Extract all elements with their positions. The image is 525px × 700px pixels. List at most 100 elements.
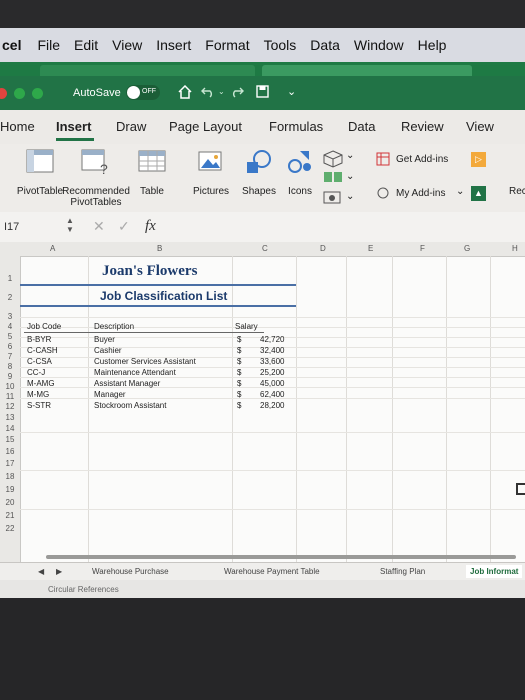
table-cell[interactable]: $ <box>237 335 241 344</box>
customize-toolbar-icon[interactable]: ⌄ <box>287 85 296 98</box>
table-cell[interactable]: Manager <box>94 390 126 399</box>
table-cell[interactable]: M-AMG <box>27 379 55 388</box>
table-cell[interactable]: M-MG <box>27 390 49 399</box>
status-text[interactable]: Circular References <box>48 585 119 594</box>
table-cell[interactable]: Customer Services Assistant <box>94 357 196 366</box>
row-header[interactable]: 4 <box>0 322 20 331</box>
row-header[interactable]: 21 <box>0 511 20 520</box>
row-header[interactable]: 2 <box>0 293 20 302</box>
tab-draw[interactable]: Draw <box>116 119 146 134</box>
function-icon[interactable]: fx <box>145 218 156 235</box>
table-cell[interactable]: Assistant Manager <box>94 379 160 388</box>
save-icon[interactable] <box>256 85 269 98</box>
table-cell[interactable]: $ <box>237 346 241 355</box>
row-header[interactable]: 5 <box>0 332 20 341</box>
row-header[interactable]: 6 <box>0 342 20 351</box>
column-header-a[interactable]: A <box>50 244 55 253</box>
column-header-d[interactable]: D <box>320 244 326 253</box>
recommended-pivottables-button[interactable]: ? Recommended PivotTables <box>58 148 134 208</box>
row-header[interactable]: 14 <box>0 424 20 433</box>
column-header-g[interactable]: G <box>464 244 470 253</box>
row-header[interactable]: 12 <box>0 402 20 411</box>
tab-data[interactable]: Data <box>348 119 375 134</box>
sheet-tab-warehouse-payment-table[interactable]: Warehouse Payment Table <box>224 567 320 576</box>
row-header[interactable]: 17 <box>0 459 20 468</box>
window-zoom-button[interactable] <box>32 88 43 99</box>
table-cell[interactable]: $ <box>237 390 241 399</box>
table-cell[interactable]: 25,200 <box>260 368 284 377</box>
scroll-tabs-left-icon[interactable]: ◀ <box>38 567 44 576</box>
name-box-stepper-icon[interactable]: ▲ ▼ <box>66 216 74 234</box>
chevron-down-icon[interactable]: ⌄ <box>346 191 354 202</box>
row-header[interactable]: 22 <box>0 524 20 533</box>
table-cell[interactable]: 32,400 <box>260 346 284 355</box>
document-tab[interactable] <box>262 65 472 76</box>
3d-models-icon[interactable] <box>322 150 344 168</box>
screenshot-icon[interactable] <box>322 189 344 205</box>
table-cell[interactable]: $ <box>237 401 241 410</box>
tab-formulas[interactable]: Formulas <box>269 119 323 134</box>
header-description[interactable]: Description <box>94 322 134 331</box>
menu-window[interactable]: Window <box>354 37 404 53</box>
sheet-tab-warehouse-purchase[interactable]: Warehouse Purchase <box>92 567 169 576</box>
tab-insert[interactable]: Insert <box>56 119 91 134</box>
table-cell[interactable]: 62,400 <box>260 390 284 399</box>
header-job-code[interactable]: Job Code <box>27 322 61 331</box>
sheet-title[interactable]: Joan's Flowers <box>102 263 197 280</box>
menu-help[interactable]: Help <box>418 37 447 53</box>
menu-file[interactable]: File <box>37 37 60 53</box>
menu-tools[interactable]: Tools <box>264 37 297 53</box>
shapes-button[interactable]: Shapes <box>238 148 280 197</box>
document-tab[interactable] <box>40 65 255 76</box>
table-cell[interactable]: S-STR <box>27 401 51 410</box>
pictures-button[interactable]: Pictures <box>188 148 234 197</box>
table-cell[interactable]: $ <box>237 379 241 388</box>
table-cell[interactable]: Maintenance Attendant <box>94 368 176 377</box>
window-minimize-button[interactable] <box>14 88 25 99</box>
enter-icon[interactable]: ✓ <box>118 218 130 235</box>
row-header[interactable]: 19 <box>0 485 20 494</box>
window-close-button[interactable] <box>0 88 7 99</box>
app-menu[interactable]: cel <box>2 37 21 53</box>
table-cell[interactable]: Cashier <box>94 346 122 355</box>
table-button[interactable]: Table <box>134 148 170 197</box>
horizontal-scrollbar[interactable] <box>46 555 516 559</box>
column-header-h[interactable]: H <box>512 244 518 253</box>
column-header-f[interactable]: F <box>420 244 425 253</box>
row-header[interactable]: 20 <box>0 498 20 507</box>
chevron-down-icon[interactable]: ⌄ <box>346 171 354 182</box>
smartart-icon[interactable] <box>322 170 344 184</box>
cancel-icon[interactable]: ✕ <box>93 218 105 235</box>
icons-button[interactable]: Icons <box>282 148 318 197</box>
row-header[interactable]: 13 <box>0 413 20 422</box>
table-cell[interactable]: Stockroom Assistant <box>94 401 166 410</box>
scroll-tabs-right-icon[interactable]: ▶ <box>56 567 62 576</box>
row-header[interactable]: 7 <box>0 352 20 361</box>
row-header[interactable]: 11 <box>0 392 20 401</box>
table-cell[interactable]: CC-J <box>27 368 45 377</box>
row-header[interactable]: 8 <box>0 362 20 371</box>
table-cell[interactable]: $ <box>237 357 241 366</box>
name-box[interactable]: I17 <box>4 221 19 233</box>
redo-icon[interactable] <box>230 86 244 98</box>
tab-view[interactable]: View <box>466 119 494 134</box>
autosave-toggle[interactable]: OFF <box>126 85 160 100</box>
column-header-e[interactable]: E <box>368 244 373 253</box>
menu-insert[interactable]: Insert <box>156 37 191 53</box>
row-header[interactable]: 3 <box>0 312 20 321</box>
header-salary[interactable]: Salary <box>235 322 258 331</box>
table-cell[interactable]: 28,200 <box>260 401 284 410</box>
tab-page-layout[interactable]: Page Layout <box>169 119 242 134</box>
menu-view[interactable]: View <box>112 37 142 53</box>
undo-icon[interactable] <box>201 86 215 98</box>
home-icon[interactable] <box>178 85 192 99</box>
selected-cell[interactable] <box>516 483 525 495</box>
table-cell[interactable]: 45,000 <box>260 379 284 388</box>
table-cell[interactable]: B-BYR <box>27 335 51 344</box>
sheet-tab-job-information[interactable]: Job Informat <box>466 565 523 578</box>
worksheet-grid[interactable]: A B C D E F G H 1 2 3 4 5 6 7 8 9 10 11 … <box>0 242 525 562</box>
table-cell[interactable]: C-CASH <box>27 346 58 355</box>
undo-dropdown-icon[interactable]: ⌄ <box>218 87 225 96</box>
row-header[interactable]: 15 <box>0 435 20 444</box>
menu-data[interactable]: Data <box>310 37 340 53</box>
